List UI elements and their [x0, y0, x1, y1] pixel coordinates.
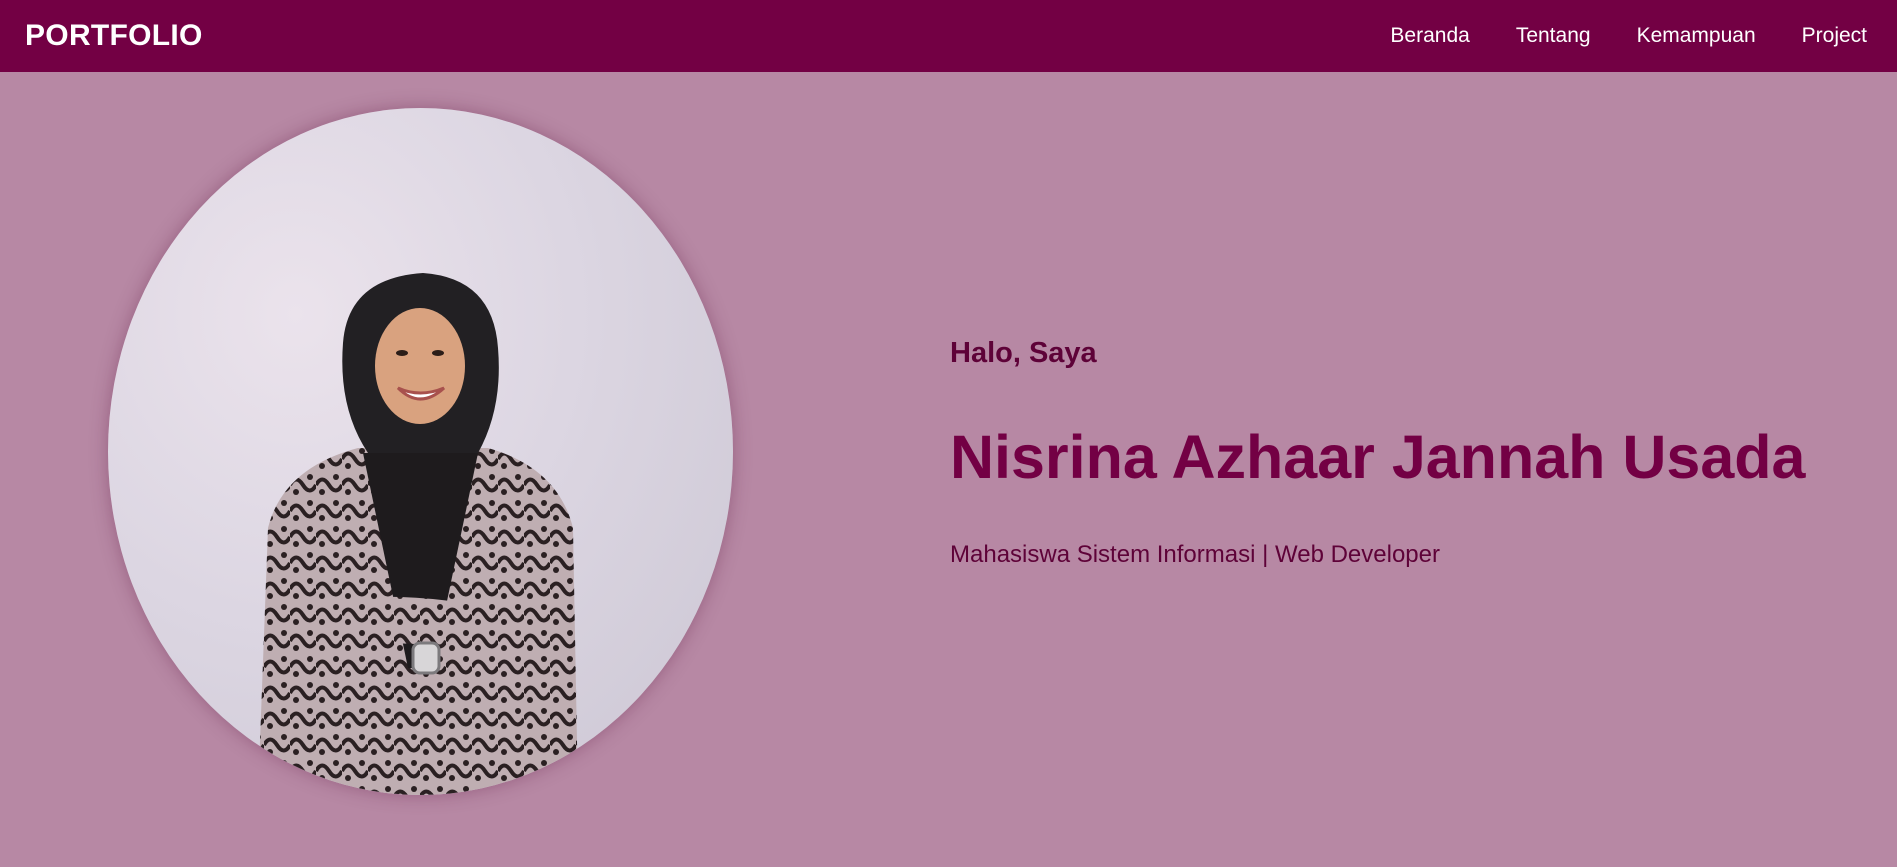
nav-link-kemampuan[interactable]: Kemampuan — [1637, 24, 1756, 48]
hero-section: Halo, Saya Nisrina Azhaar Jannah Usada M… — [0, 72, 1897, 867]
profile-photo — [108, 108, 733, 795]
nav-menu: Beranda Tentang Kemampuan Project — [1344, 24, 1867, 48]
nav-link-beranda[interactable]: Beranda — [1390, 24, 1469, 48]
person-name: Nisrina Azhaar Jannah Usada — [950, 423, 1806, 491]
profile-photo-illustration — [258, 273, 578, 795]
nav-link-tentang[interactable]: Tentang — [1516, 24, 1591, 48]
nav-link-project[interactable]: Project — [1802, 24, 1867, 48]
role-text: Mahasiswa Sistem Informasi | Web Develop… — [950, 541, 1440, 568]
brand-logo[interactable]: PORTFOLIO — [25, 19, 203, 53]
navbar: PORTFOLIO Beranda Tentang Kemampuan Proj… — [0, 0, 1897, 72]
greeting-text: Halo, Saya — [950, 337, 1097, 369]
